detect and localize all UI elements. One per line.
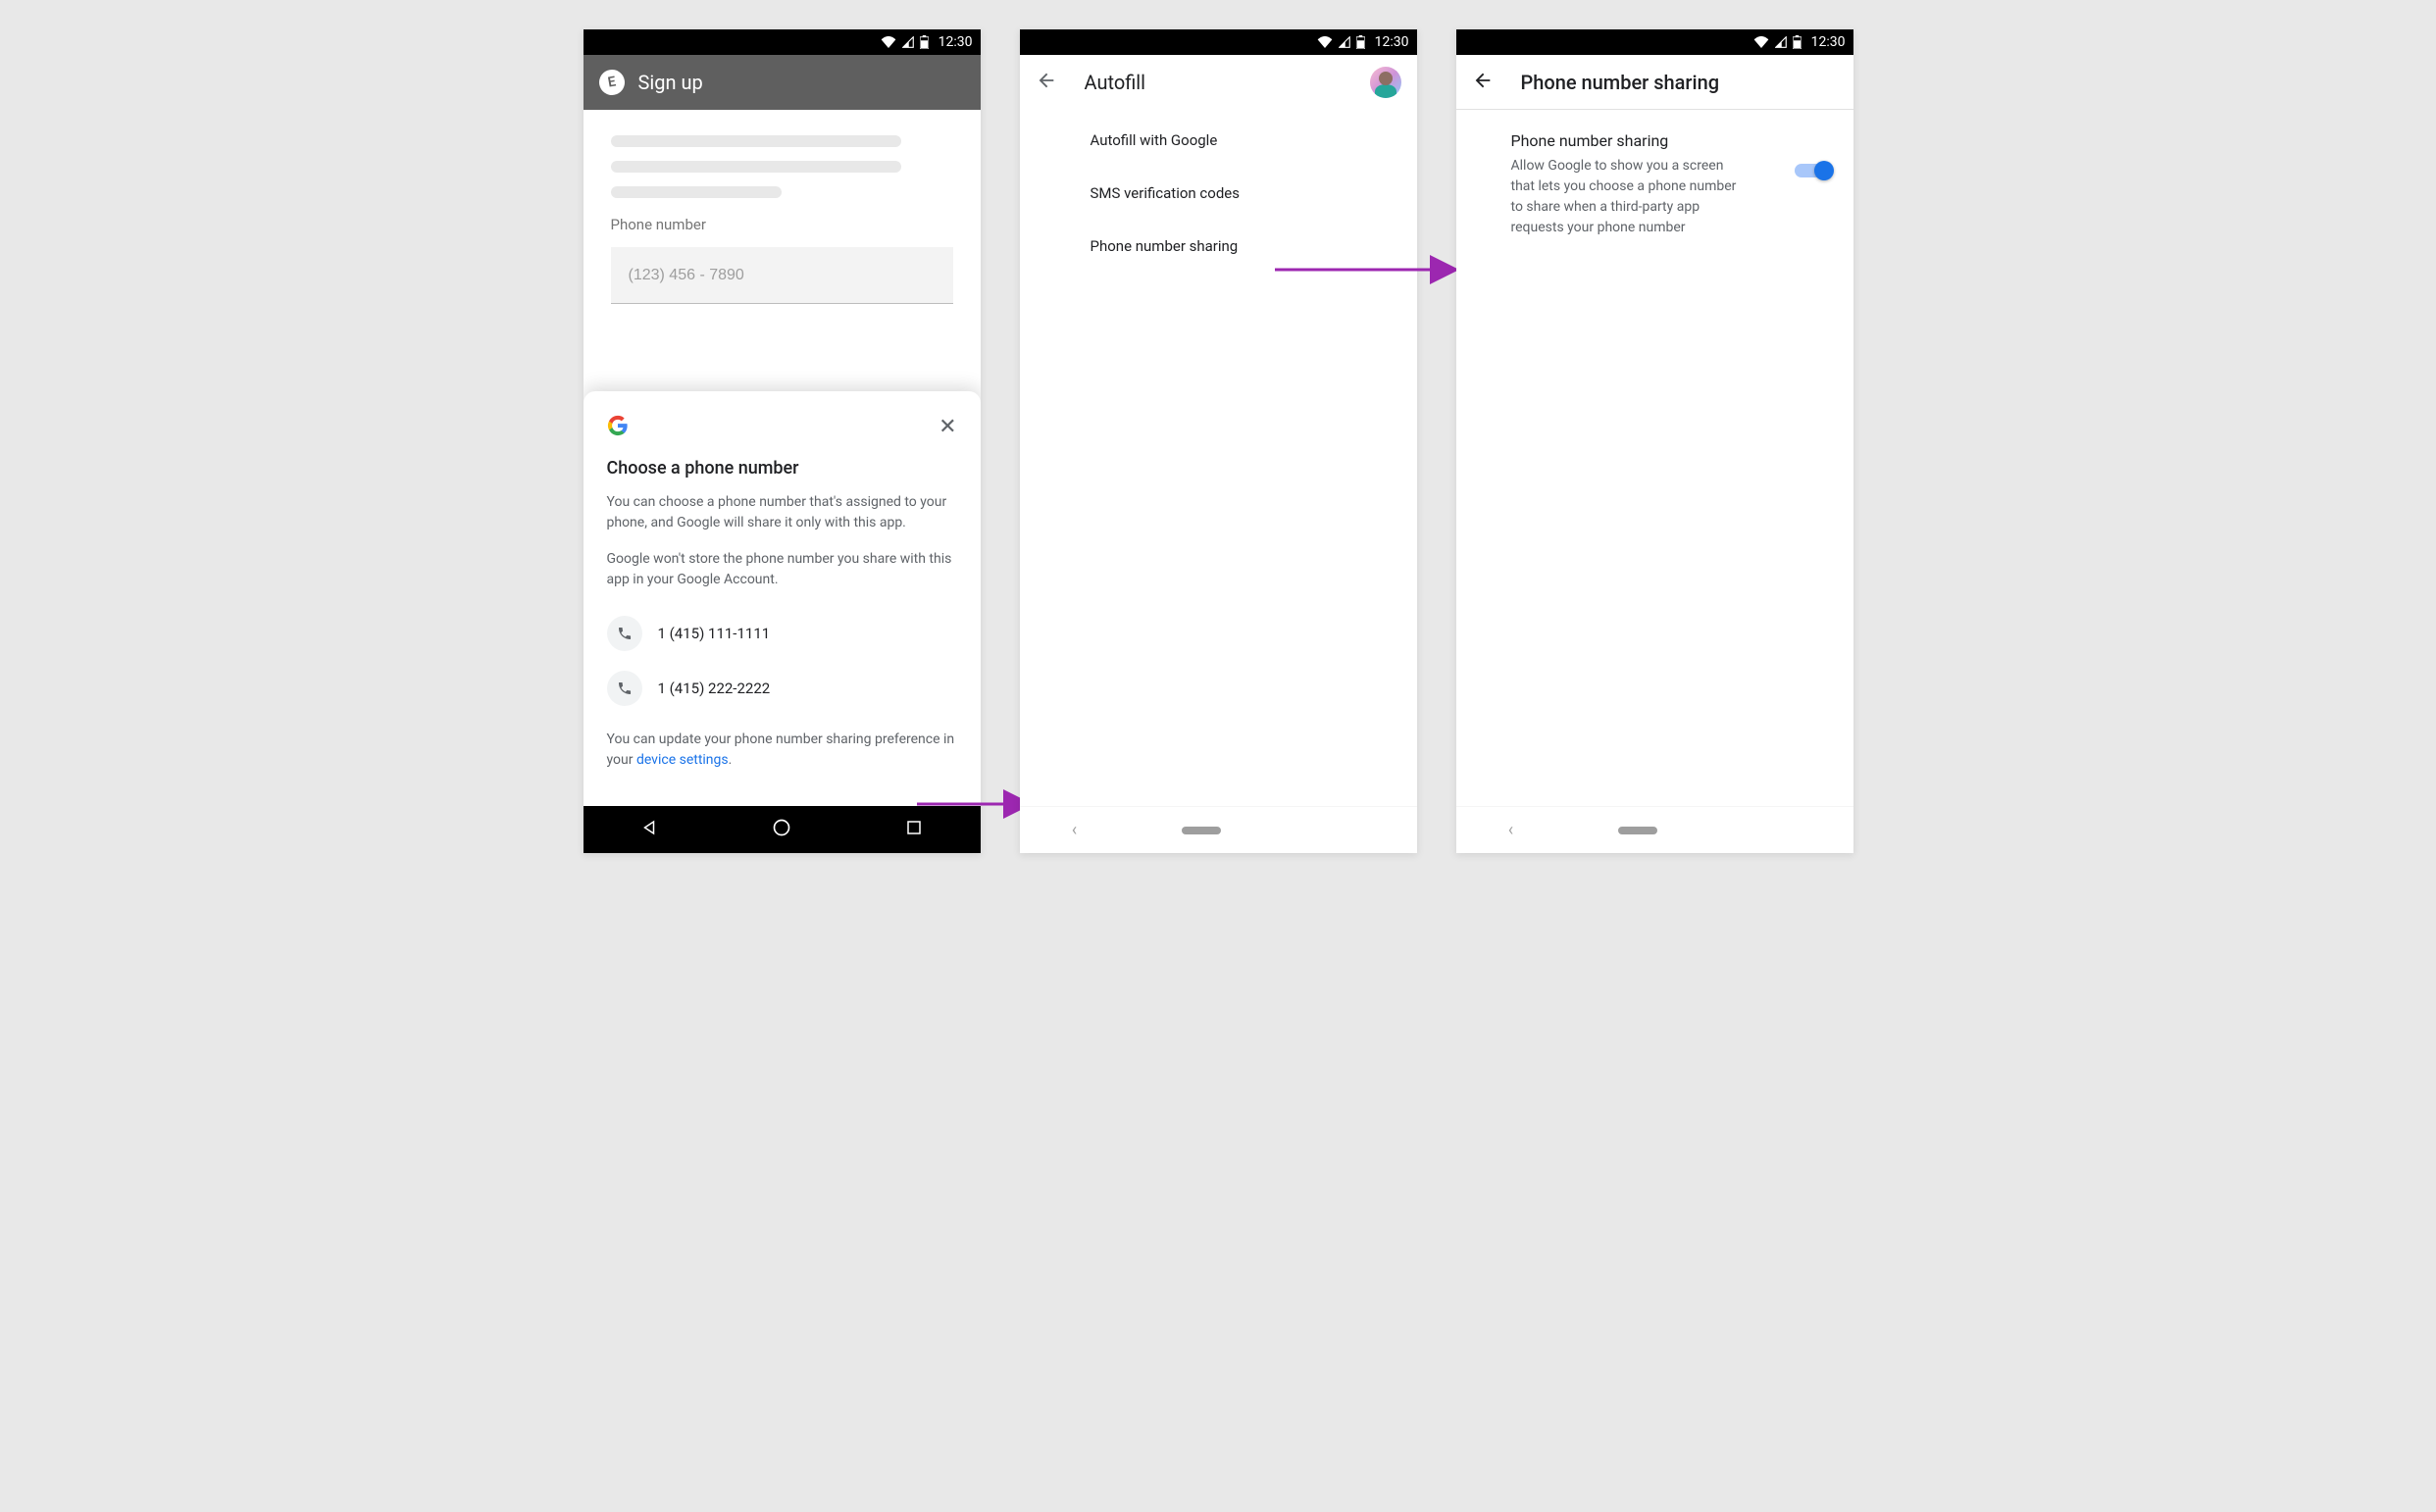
- phone-option[interactable]: 1 (415) 222-2222: [607, 661, 957, 716]
- skeleton-line: [611, 135, 902, 147]
- nav-overview-icon[interactable]: [905, 819, 923, 840]
- phone-number-text: 1 (415) 111-1111: [658, 625, 771, 642]
- battery-icon: [1793, 35, 1802, 49]
- setting-row: Phone number sharing Allow Google to sho…: [1456, 110, 1853, 238]
- setting-title: Phone number sharing: [1511, 131, 1779, 150]
- skeleton-line: [611, 161, 902, 173]
- sheet-paragraph: Google won't store the phone number you …: [607, 549, 957, 590]
- gesture-nav-bar: ‹: [1020, 806, 1417, 853]
- phone-icon: [607, 671, 642, 706]
- cell-icon: [902, 36, 914, 48]
- screen-header: Phone number sharing: [1456, 55, 1853, 110]
- settings-note: You can update your phone number sharing…: [607, 730, 957, 771]
- page-title: Phone number sharing: [1521, 71, 1838, 94]
- app-title: Sign up: [638, 71, 703, 94]
- status-bar: 12:30: [584, 29, 981, 55]
- phone-icon: [607, 616, 642, 651]
- note-suffix: .: [729, 752, 733, 768]
- phone-option[interactable]: 1 (415) 111-1111: [607, 606, 957, 661]
- nav-back-icon[interactable]: [640, 819, 658, 840]
- screen-signup: 12:30 E Sign up Phone number ✕ Choose a …: [584, 29, 981, 853]
- android-nav-bar: [584, 806, 981, 853]
- sheet-paragraph: You can choose a phone number that's ass…: [607, 492, 957, 533]
- phone-sharing-toggle[interactable]: [1795, 159, 1834, 182]
- setting-description: Allow Google to show you a screen that l…: [1511, 156, 1737, 238]
- gesture-nav-bar: ‹: [1456, 806, 1853, 853]
- status-time: 12:30: [939, 34, 973, 50]
- nav-home-icon[interactable]: [772, 818, 791, 841]
- list-item-sms-codes[interactable]: SMS verification codes: [1020, 167, 1417, 220]
- app-badge: E: [596, 68, 626, 97]
- screen-header: Autofill: [1020, 55, 1417, 110]
- sheet-title: Choose a phone number: [607, 458, 957, 479]
- cell-icon: [1339, 36, 1350, 48]
- wifi-icon: [881, 36, 896, 48]
- app-top-bar: E Sign up: [584, 55, 981, 110]
- back-arrow-icon[interactable]: [1036, 70, 1057, 95]
- phone-number-text: 1 (415) 222-2222: [658, 680, 771, 697]
- status-time: 12:30: [1811, 34, 1846, 50]
- wifi-icon: [1317, 36, 1333, 48]
- nav-home-pill[interactable]: [1618, 827, 1657, 834]
- battery-icon: [1356, 35, 1365, 49]
- close-icon[interactable]: ✕: [939, 417, 956, 438]
- device-settings-link[interactable]: device settings: [636, 752, 729, 768]
- list-item-autofill-google[interactable]: Autofill with Google: [1020, 114, 1417, 167]
- status-bar: 12:30: [1020, 29, 1417, 55]
- skeleton-line: [611, 186, 783, 198]
- nav-back-chevron-icon[interactable]: ‹: [1072, 820, 1077, 840]
- phone-input[interactable]: [611, 247, 953, 304]
- screen-phone-sharing-setting: 12:30 Phone number sharing Phone number …: [1456, 29, 1853, 853]
- battery-icon: [920, 35, 929, 49]
- status-time: 12:30: [1375, 34, 1409, 50]
- status-bar: 12:30: [1456, 29, 1853, 55]
- screen-autofill-settings: 12:30 Autofill Autofill with Google SMS …: [1020, 29, 1417, 853]
- google-logo-icon: [607, 415, 629, 440]
- nav-home-pill[interactable]: [1182, 827, 1221, 834]
- account-avatar[interactable]: [1370, 67, 1401, 98]
- back-arrow-icon[interactable]: [1472, 70, 1494, 95]
- list-item-phone-sharing[interactable]: Phone number sharing: [1020, 220, 1417, 273]
- wifi-icon: [1753, 36, 1769, 48]
- signup-form: Phone number: [584, 110, 981, 314]
- phone-picker-sheet: ✕ Choose a phone number You can choose a…: [584, 391, 981, 806]
- phone-field-label: Phone number: [611, 216, 953, 233]
- page-title: Autofill: [1085, 71, 1343, 94]
- settings-list: Autofill with Google SMS verification co…: [1020, 110, 1417, 273]
- nav-back-chevron-icon[interactable]: ‹: [1508, 820, 1513, 840]
- cell-icon: [1775, 36, 1787, 48]
